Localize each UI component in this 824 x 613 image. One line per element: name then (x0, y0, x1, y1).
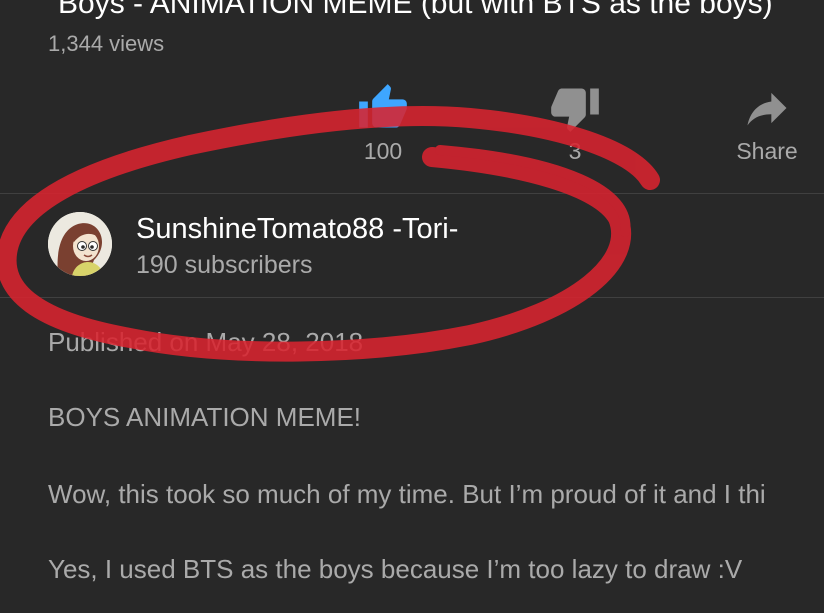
share-icon (747, 92, 787, 126)
divider (0, 193, 824, 194)
share-button[interactable]: Share (707, 82, 824, 164)
like-count: 100 (363, 138, 403, 164)
description-line: Wow, this took so much of my time. But I… (48, 479, 766, 509)
description-line: BOYS ANIMATION MEME! (48, 402, 362, 432)
divider (0, 297, 824, 298)
channel-avatar[interactable] (48, 212, 112, 276)
dislike-button[interactable]: 3 (515, 82, 635, 164)
published-date: Published on May 28, 2018 (48, 327, 364, 357)
dislike-count: 3 (568, 138, 582, 164)
view-count: 1,344 views (48, 31, 165, 56)
avatar-illustration (48, 212, 112, 276)
subscriber-count: 190 subscribers (136, 251, 313, 279)
channel-name[interactable]: SunshineTomato88 -Tori- (136, 213, 458, 245)
share-label: Share (736, 138, 798, 164)
thumbs-down-icon (551, 88, 599, 132)
description-line: Yes, I used BTS as the boys because I’m … (48, 554, 743, 584)
like-button[interactable]: 100 (323, 82, 443, 164)
thumbs-up-icon (359, 84, 407, 128)
video-title: Boys - ANIMATION MEME (but with BTS as t… (58, 0, 773, 20)
